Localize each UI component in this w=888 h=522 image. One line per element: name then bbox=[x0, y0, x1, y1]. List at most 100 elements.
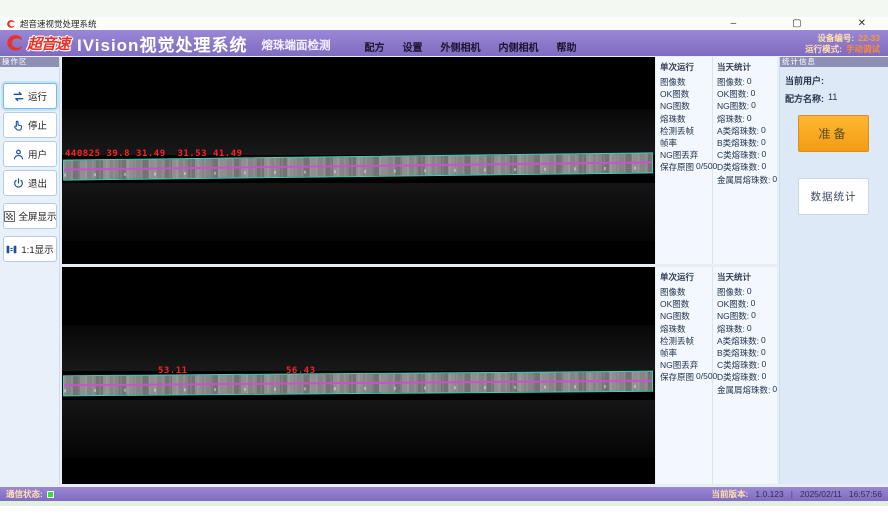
current-user-label: 当前用户: bbox=[785, 74, 824, 87]
stat-label: 熔珠数 bbox=[660, 113, 686, 125]
stat-label: 熔珠数 bbox=[660, 323, 686, 335]
stat-value: 0 bbox=[761, 137, 766, 149]
stat-label: NG图数: bbox=[717, 100, 749, 112]
stat-value: 0 bbox=[747, 286, 752, 298]
stat-label: NG图丢弃 bbox=[660, 149, 698, 161]
stat-label: 保存原图 bbox=[660, 161, 694, 173]
menu-outer-camera[interactable]: 外侧相机 bbox=[440, 39, 480, 54]
image-haze bbox=[62, 183, 655, 241]
device-id-value: 22-33 bbox=[858, 33, 880, 43]
stats-panel-top: 单次运行 图像数 OK图数 NG图数 熔珠数 检测丢帧 帧率 NG图丢弃 保存原… bbox=[656, 57, 777, 264]
single-run-title: 单次运行 bbox=[660, 61, 712, 73]
stat-label: 图像数 bbox=[660, 76, 686, 88]
app-icon bbox=[6, 19, 16, 29]
stat-value: 0 bbox=[751, 88, 756, 100]
stat-label: A类熔珠数: bbox=[717, 125, 759, 137]
stat-value: 0 bbox=[747, 113, 752, 125]
stat-value: 0 bbox=[747, 323, 752, 335]
brand-name: 超音速 bbox=[27, 33, 69, 54]
minimize-button[interactable]: – bbox=[731, 19, 737, 29]
status-time: 16:57:56 bbox=[849, 489, 882, 499]
stop-button[interactable]: 停止 bbox=[3, 112, 57, 138]
power-icon bbox=[12, 177, 25, 190]
fullscreen-button-label: 全屏显示 bbox=[19, 209, 57, 223]
stat-label: NG图丢弃 bbox=[660, 359, 698, 371]
stat-label: D类熔珠数: bbox=[717, 371, 760, 383]
one-to-one-button-label: 1:1显示 bbox=[21, 242, 53, 256]
stat-label: 熔珠数: bbox=[717, 323, 745, 335]
weld-bead-strip bbox=[63, 371, 653, 397]
stat-value: 0 bbox=[761, 125, 766, 137]
fullscreen-button[interactable]: 全屏显示 bbox=[3, 203, 57, 229]
daily-stats-column: 当天统计 图像数:0 OK图数:0 NG图数:0 熔珠数:0 A类熔珠数:0 B… bbox=[713, 57, 777, 264]
stat-label: 金属屑熔珠数: bbox=[717, 174, 770, 186]
single-run-column: 单次运行 图像数 OK图数 NG图数 熔珠数 检测丢帧 帧率 NG图丢弃 保存原… bbox=[656, 57, 713, 264]
user-button[interactable]: 用户 bbox=[3, 141, 57, 167]
single-run-column: 单次运行 图像数 OK图数 NG图数 熔珠数 检测丢帧 帧率 NG图丢弃 保存原… bbox=[656, 267, 713, 484]
run-loop-icon bbox=[12, 90, 25, 103]
stat-label: 检测丢帧 bbox=[660, 125, 694, 137]
stat-label: 熔珠数: bbox=[717, 113, 745, 125]
user-button-label: 用户 bbox=[28, 147, 47, 161]
menu-settings[interactable]: 设置 bbox=[402, 39, 422, 54]
fullscreen-dither-icon bbox=[3, 210, 16, 223]
window-titlebar: 超音速视觉处理系统 – ▢ ✕ bbox=[0, 17, 888, 30]
stat-label: 帧率 bbox=[660, 347, 677, 359]
recipe-name-label: 配方名称: bbox=[785, 92, 824, 105]
maximize-button[interactable]: ▢ bbox=[792, 19, 801, 29]
recipe-name-value: 11 bbox=[828, 92, 837, 105]
stat-label: NG图数 bbox=[660, 100, 690, 112]
stat-value: 0 bbox=[761, 335, 766, 347]
brand-logo: 超音速 IVision视觉处理系统 熔珠端面检测 bbox=[0, 31, 330, 56]
stat-value: 0 bbox=[762, 149, 767, 161]
single-run-title: 单次运行 bbox=[660, 271, 712, 283]
ready-button[interactable]: 准备 bbox=[798, 115, 869, 152]
status-bar: 通信状态: 当前版本: 1.0.123 | 2025/02/11 16:57:5… bbox=[0, 487, 888, 501]
stat-label: OK图数: bbox=[717, 298, 749, 310]
image-haze bbox=[62, 400, 655, 458]
stat-label: 帧率 bbox=[660, 137, 677, 149]
desktop-background bbox=[0, 501, 888, 506]
data-statistics-button[interactable]: 数据统计 bbox=[798, 178, 869, 215]
device-id-label: 设备编号: bbox=[817, 33, 854, 43]
app-header: 超音速 IVision视觉处理系统 熔珠端面检测 配方 设置 外侧相机 内侧相机… bbox=[0, 30, 888, 56]
one-to-one-icon bbox=[5, 243, 18, 256]
stat-label: 检测丢帧 bbox=[660, 335, 694, 347]
stat-label: NG图数: bbox=[717, 310, 749, 322]
stat-value: 0 bbox=[772, 384, 777, 396]
operation-sidebar: 操作区 运行 停止 用户 退出 全屏显示 bbox=[0, 57, 60, 485]
camera-viewport-bottom[interactable]: 53.11 56.43 bbox=[62, 267, 655, 484]
stat-label: 图像数: bbox=[717, 76, 745, 88]
stat-value: 0 bbox=[747, 76, 752, 88]
stat-label: OK图数 bbox=[660, 88, 689, 100]
info-panel-title: 统计信息 bbox=[780, 57, 888, 67]
stat-value: 0 bbox=[762, 161, 767, 173]
sidebar-title: 操作区 bbox=[0, 57, 59, 67]
stop-button-label: 停止 bbox=[28, 118, 47, 132]
user-icon bbox=[12, 148, 25, 161]
stat-label: C类熔珠数: bbox=[717, 359, 760, 371]
stat-label: OK图数 bbox=[660, 298, 689, 310]
stat-value: 0 bbox=[751, 298, 756, 310]
logo-swoosh-icon bbox=[4, 33, 26, 53]
menu-recipe[interactable]: 配方 bbox=[364, 39, 384, 54]
menu-inner-camera[interactable]: 内侧相机 bbox=[498, 39, 538, 54]
run-button[interactable]: 运行 bbox=[3, 83, 57, 109]
one-to-one-button[interactable]: 1:1显示 bbox=[3, 236, 57, 262]
stats-panel-bottom: 单次运行 图像数 OK图数 NG图数 熔珠数 检测丢帧 帧率 NG图丢弃 保存原… bbox=[656, 267, 777, 484]
menu-help[interactable]: 帮助 bbox=[556, 39, 576, 54]
stat-label: 金属屑熔珠数: bbox=[717, 384, 770, 396]
device-info: 设备编号: 22-33 运行模式: 手动调试 bbox=[805, 33, 880, 54]
stat-value: 0 bbox=[761, 347, 766, 359]
window-controls: – ▢ ✕ bbox=[731, 19, 866, 29]
camera-viewport-top[interactable]: 440825 39.8 31.49 31.53 41.49 bbox=[62, 57, 655, 264]
exit-button[interactable]: 退出 bbox=[3, 170, 57, 196]
daily-stats-title: 当天统计 bbox=[717, 61, 777, 73]
stat-value: 0 bbox=[762, 359, 767, 371]
close-button[interactable]: ✕ bbox=[858, 19, 866, 29]
run-mode-label: 运行模式: bbox=[805, 44, 842, 54]
status-date: 2025/02/11 bbox=[800, 489, 842, 499]
app-subtitle: 熔珠端面检测 bbox=[261, 37, 330, 53]
stat-label: 图像数 bbox=[660, 286, 686, 298]
sidebar-buttons: 运行 停止 用户 退出 全屏显示 1:1显示 bbox=[0, 67, 59, 262]
